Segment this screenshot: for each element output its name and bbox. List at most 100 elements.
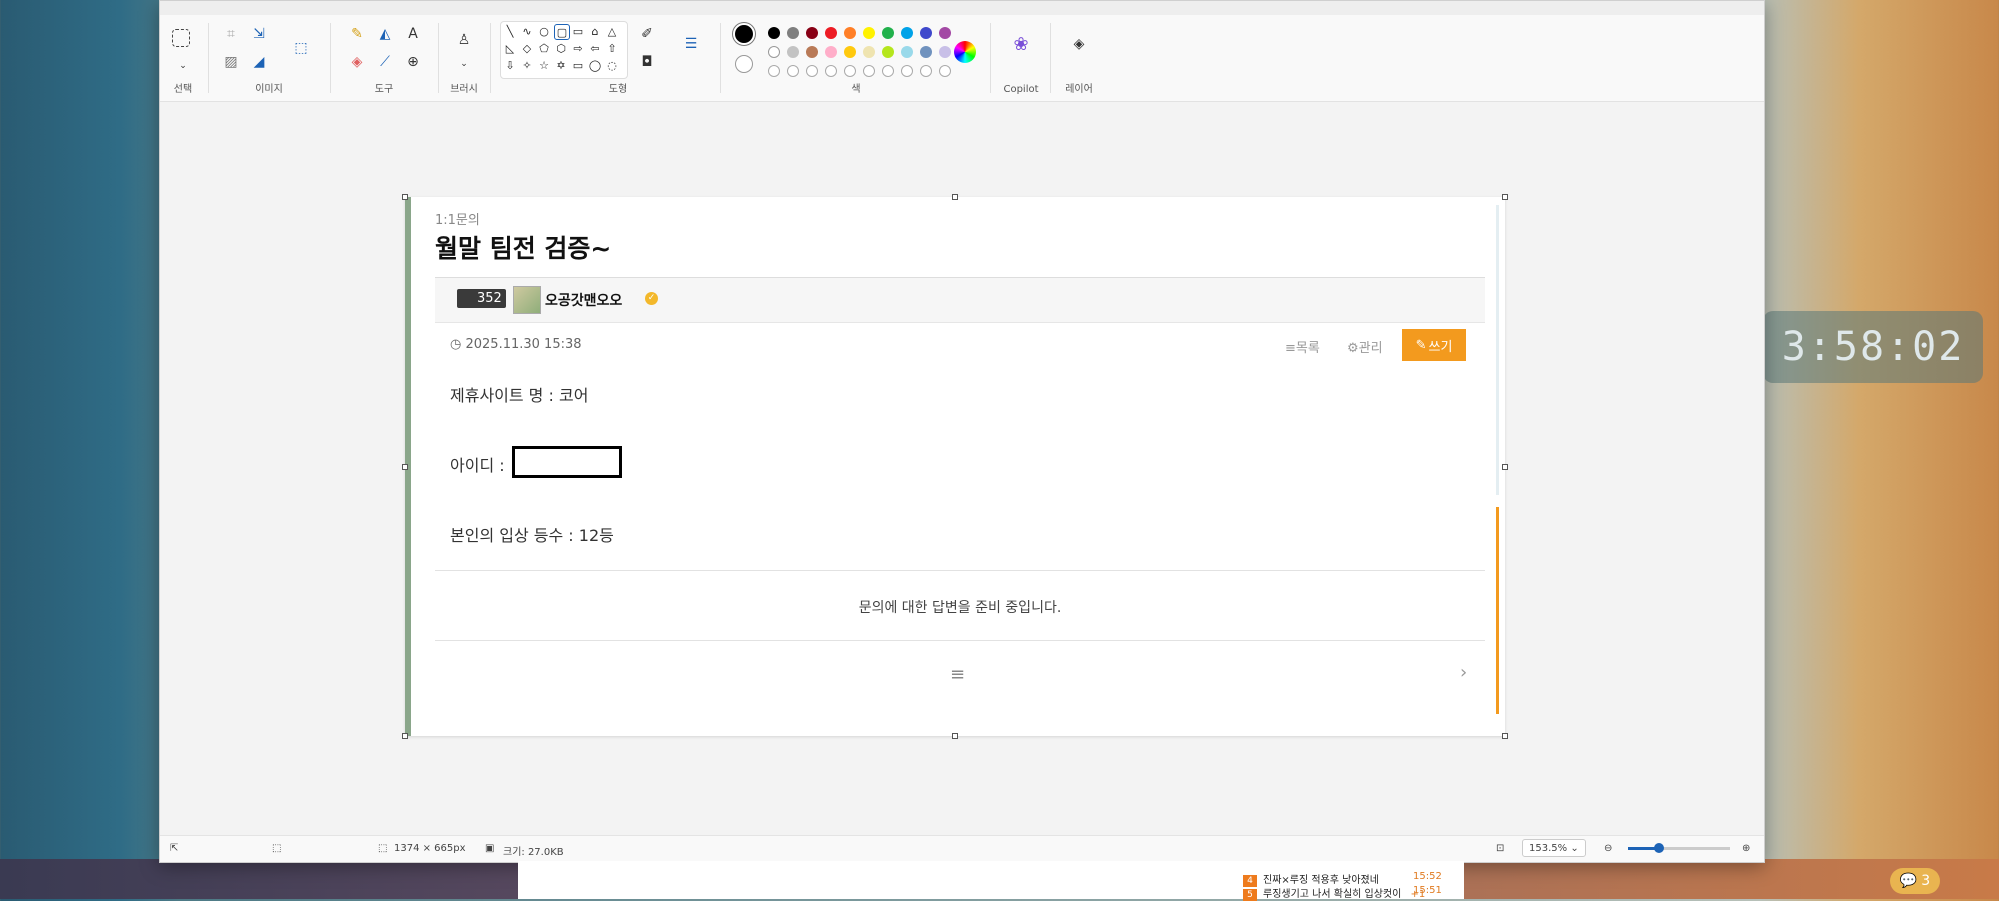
color-swatch[interactable] bbox=[844, 27, 856, 39]
color-swatch[interactable] bbox=[901, 27, 913, 39]
rotate-icon[interactable]: ◢ bbox=[248, 51, 270, 73]
crop-icon[interactable]: ⌗ bbox=[220, 23, 242, 45]
post-date: ◷ 2025.11.30 15:38 bbox=[450, 337, 582, 352]
custom-color-slot[interactable] bbox=[863, 65, 875, 77]
color-swatch[interactable] bbox=[787, 27, 799, 39]
resize-handle[interactable] bbox=[402, 733, 408, 739]
polygon-shape-icon[interactable]: ⌂ bbox=[588, 24, 602, 38]
arrow-up-shape-icon[interactable]: ⇧ bbox=[605, 41, 619, 55]
custom-color-slot[interactable] bbox=[939, 65, 951, 77]
hexagon-shape-icon[interactable]: ⬡ bbox=[554, 41, 568, 55]
color-swatch[interactable] bbox=[806, 46, 818, 58]
resize-handle[interactable] bbox=[1502, 464, 1508, 470]
star6-shape-icon[interactable]: ✡ bbox=[554, 58, 568, 72]
custom-color-slot[interactable] bbox=[768, 65, 780, 77]
resize-handle[interactable] bbox=[402, 194, 408, 200]
color-swatch[interactable] bbox=[768, 46, 780, 58]
resize-handle[interactable] bbox=[952, 194, 958, 200]
image-select-icon[interactable]: ⬚ bbox=[290, 37, 312, 59]
zoom-slider[interactable] bbox=[1628, 843, 1730, 853]
zoom-select[interactable]: 153.5% ⌄ bbox=[1522, 839, 1586, 857]
arrow-right-shape-icon[interactable]: ⇨ bbox=[571, 41, 585, 55]
resize-handle[interactable] bbox=[952, 733, 958, 739]
color-swatch[interactable] bbox=[882, 46, 894, 58]
oval-shape-icon[interactable]: ○ bbox=[537, 24, 551, 38]
fill-style-icon[interactable]: ◘ bbox=[636, 51, 658, 73]
callout-oval-shape-icon[interactable]: ◯ bbox=[588, 58, 602, 72]
chevron-down-icon[interactable]: ⌄ bbox=[172, 55, 194, 77]
zoom-slider-thumb[interactable] bbox=[1653, 843, 1664, 853]
color-swatch[interactable] bbox=[844, 46, 856, 58]
callout-rect-shape-icon[interactable]: ▭ bbox=[571, 58, 585, 72]
resize-handle[interactable] bbox=[1502, 733, 1508, 739]
resize-handle[interactable] bbox=[1502, 194, 1508, 200]
magnifier-icon[interactable]: ⊕ bbox=[402, 51, 424, 73]
color-swatch[interactable] bbox=[882, 27, 894, 39]
pentagon-shape-icon[interactable]: ⬠ bbox=[537, 41, 551, 55]
triangle-shape-icon[interactable]: △ bbox=[605, 24, 619, 38]
color-swatch[interactable] bbox=[787, 46, 799, 58]
custom-color-slot[interactable] bbox=[882, 65, 894, 77]
news-title: 루징생기고 나서 확실히 입상컷이 bbox=[1263, 889, 1402, 900]
bg-remove-icon[interactable]: ▨ bbox=[220, 51, 242, 73]
line-shape-icon[interactable]: ╲ bbox=[503, 24, 517, 38]
star4-shape-icon[interactable]: ✧ bbox=[520, 58, 534, 72]
brush-icon[interactable]: ♙ bbox=[453, 29, 475, 51]
color-swatch[interactable] bbox=[901, 46, 913, 58]
edit-colors-icon[interactable] bbox=[954, 41, 976, 63]
star5-shape-icon[interactable]: ☆ bbox=[537, 58, 551, 72]
list-menu-icon[interactable]: ≡ bbox=[950, 664, 965, 685]
arrow-left-shape-icon[interactable]: ⇦ bbox=[588, 41, 602, 55]
next-arrow-icon[interactable]: › bbox=[1460, 662, 1467, 683]
zoom-in-icon[interactable]: ⊕ bbox=[1742, 843, 1750, 854]
color-swatch[interactable] bbox=[806, 27, 818, 39]
color-swatch[interactable] bbox=[920, 46, 932, 58]
write-button[interactable]: ✎ 쓰기 bbox=[1402, 329, 1466, 361]
size-icon[interactable]: ☰ bbox=[680, 33, 702, 55]
manage-button[interactable]: ⚙관리 bbox=[1347, 337, 1383, 356]
color-swatch[interactable] bbox=[939, 27, 951, 39]
color-swatch[interactable] bbox=[863, 46, 875, 58]
text-icon[interactable]: A bbox=[402, 23, 424, 45]
chevron-down-icon[interactable]: ⌄ bbox=[453, 53, 475, 75]
ribbon: ⌄ 선택 ⌗ ⇲ ▨ ◢ ⬚ 이미지 ✎ ◭ A ◈ ⟋ ⊕ 도구 ♙ ⌄ 브러… bbox=[160, 15, 1764, 102]
color-swatch[interactable] bbox=[939, 46, 951, 58]
callout-cloud-shape-icon[interactable]: ◌ bbox=[605, 58, 619, 72]
rounded-rect-shape-icon[interactable]: ▢ bbox=[554, 24, 570, 40]
custom-color-slot[interactable] bbox=[787, 65, 799, 77]
resize-handle[interactable] bbox=[402, 464, 408, 470]
chat-button[interactable]: 💬 3 bbox=[1890, 868, 1940, 894]
color-swatch[interactable] bbox=[825, 46, 837, 58]
outline-icon[interactable]: ✐ bbox=[636, 23, 658, 45]
custom-color-slot[interactable] bbox=[806, 65, 818, 77]
secondary-color-swatch[interactable] bbox=[735, 55, 753, 73]
custom-color-slot[interactable] bbox=[920, 65, 932, 77]
select-tool-icon[interactable] bbox=[172, 29, 190, 47]
curve-shape-icon[interactable]: ∿ bbox=[520, 24, 534, 38]
primary-color-swatch[interactable] bbox=[733, 23, 755, 45]
arrow-down-shape-icon[interactable]: ⇩ bbox=[503, 58, 517, 72]
copilot-icon[interactable]: ❀ bbox=[1010, 33, 1032, 55]
eraser-icon[interactable]: ◈ bbox=[346, 51, 368, 73]
canvas-image[interactable]: 1:1문의 월말 팀전 검증~ 352 오공갓맨오오 ✓ ◷ 2025.11.3… bbox=[405, 197, 1505, 736]
body-line-rank: 본인의 입상 등수 : 12등 bbox=[450, 526, 614, 545]
color-swatch[interactable] bbox=[768, 27, 780, 39]
color-swatch[interactable] bbox=[863, 27, 875, 39]
diamond-shape-icon[interactable]: ◇ bbox=[520, 41, 534, 55]
resize-icon[interactable]: ⇲ bbox=[248, 23, 270, 45]
color-picker-icon[interactable]: ⟋ bbox=[374, 51, 396, 73]
custom-color-slot[interactable] bbox=[901, 65, 913, 77]
fill-icon[interactable]: ◭ bbox=[374, 23, 396, 45]
custom-color-slot[interactable] bbox=[844, 65, 856, 77]
zoom-value: 153.5% bbox=[1529, 843, 1568, 854]
list-button[interactable]: ≡목록 bbox=[1285, 337, 1320, 356]
custom-color-slot[interactable] bbox=[825, 65, 837, 77]
layers-icon[interactable]: ◈ bbox=[1068, 33, 1090, 55]
zoom-out-icon[interactable]: ⊖ bbox=[1604, 843, 1612, 854]
color-swatch[interactable] bbox=[825, 27, 837, 39]
right-triangle-shape-icon[interactable]: ◺ bbox=[503, 41, 517, 55]
pencil-icon[interactable]: ✎ bbox=[346, 23, 368, 45]
color-swatch[interactable] bbox=[920, 27, 932, 39]
rect-shape-icon[interactable]: ▭ bbox=[571, 24, 585, 38]
fit-to-window-icon[interactable]: ⊡ bbox=[1496, 843, 1504, 854]
